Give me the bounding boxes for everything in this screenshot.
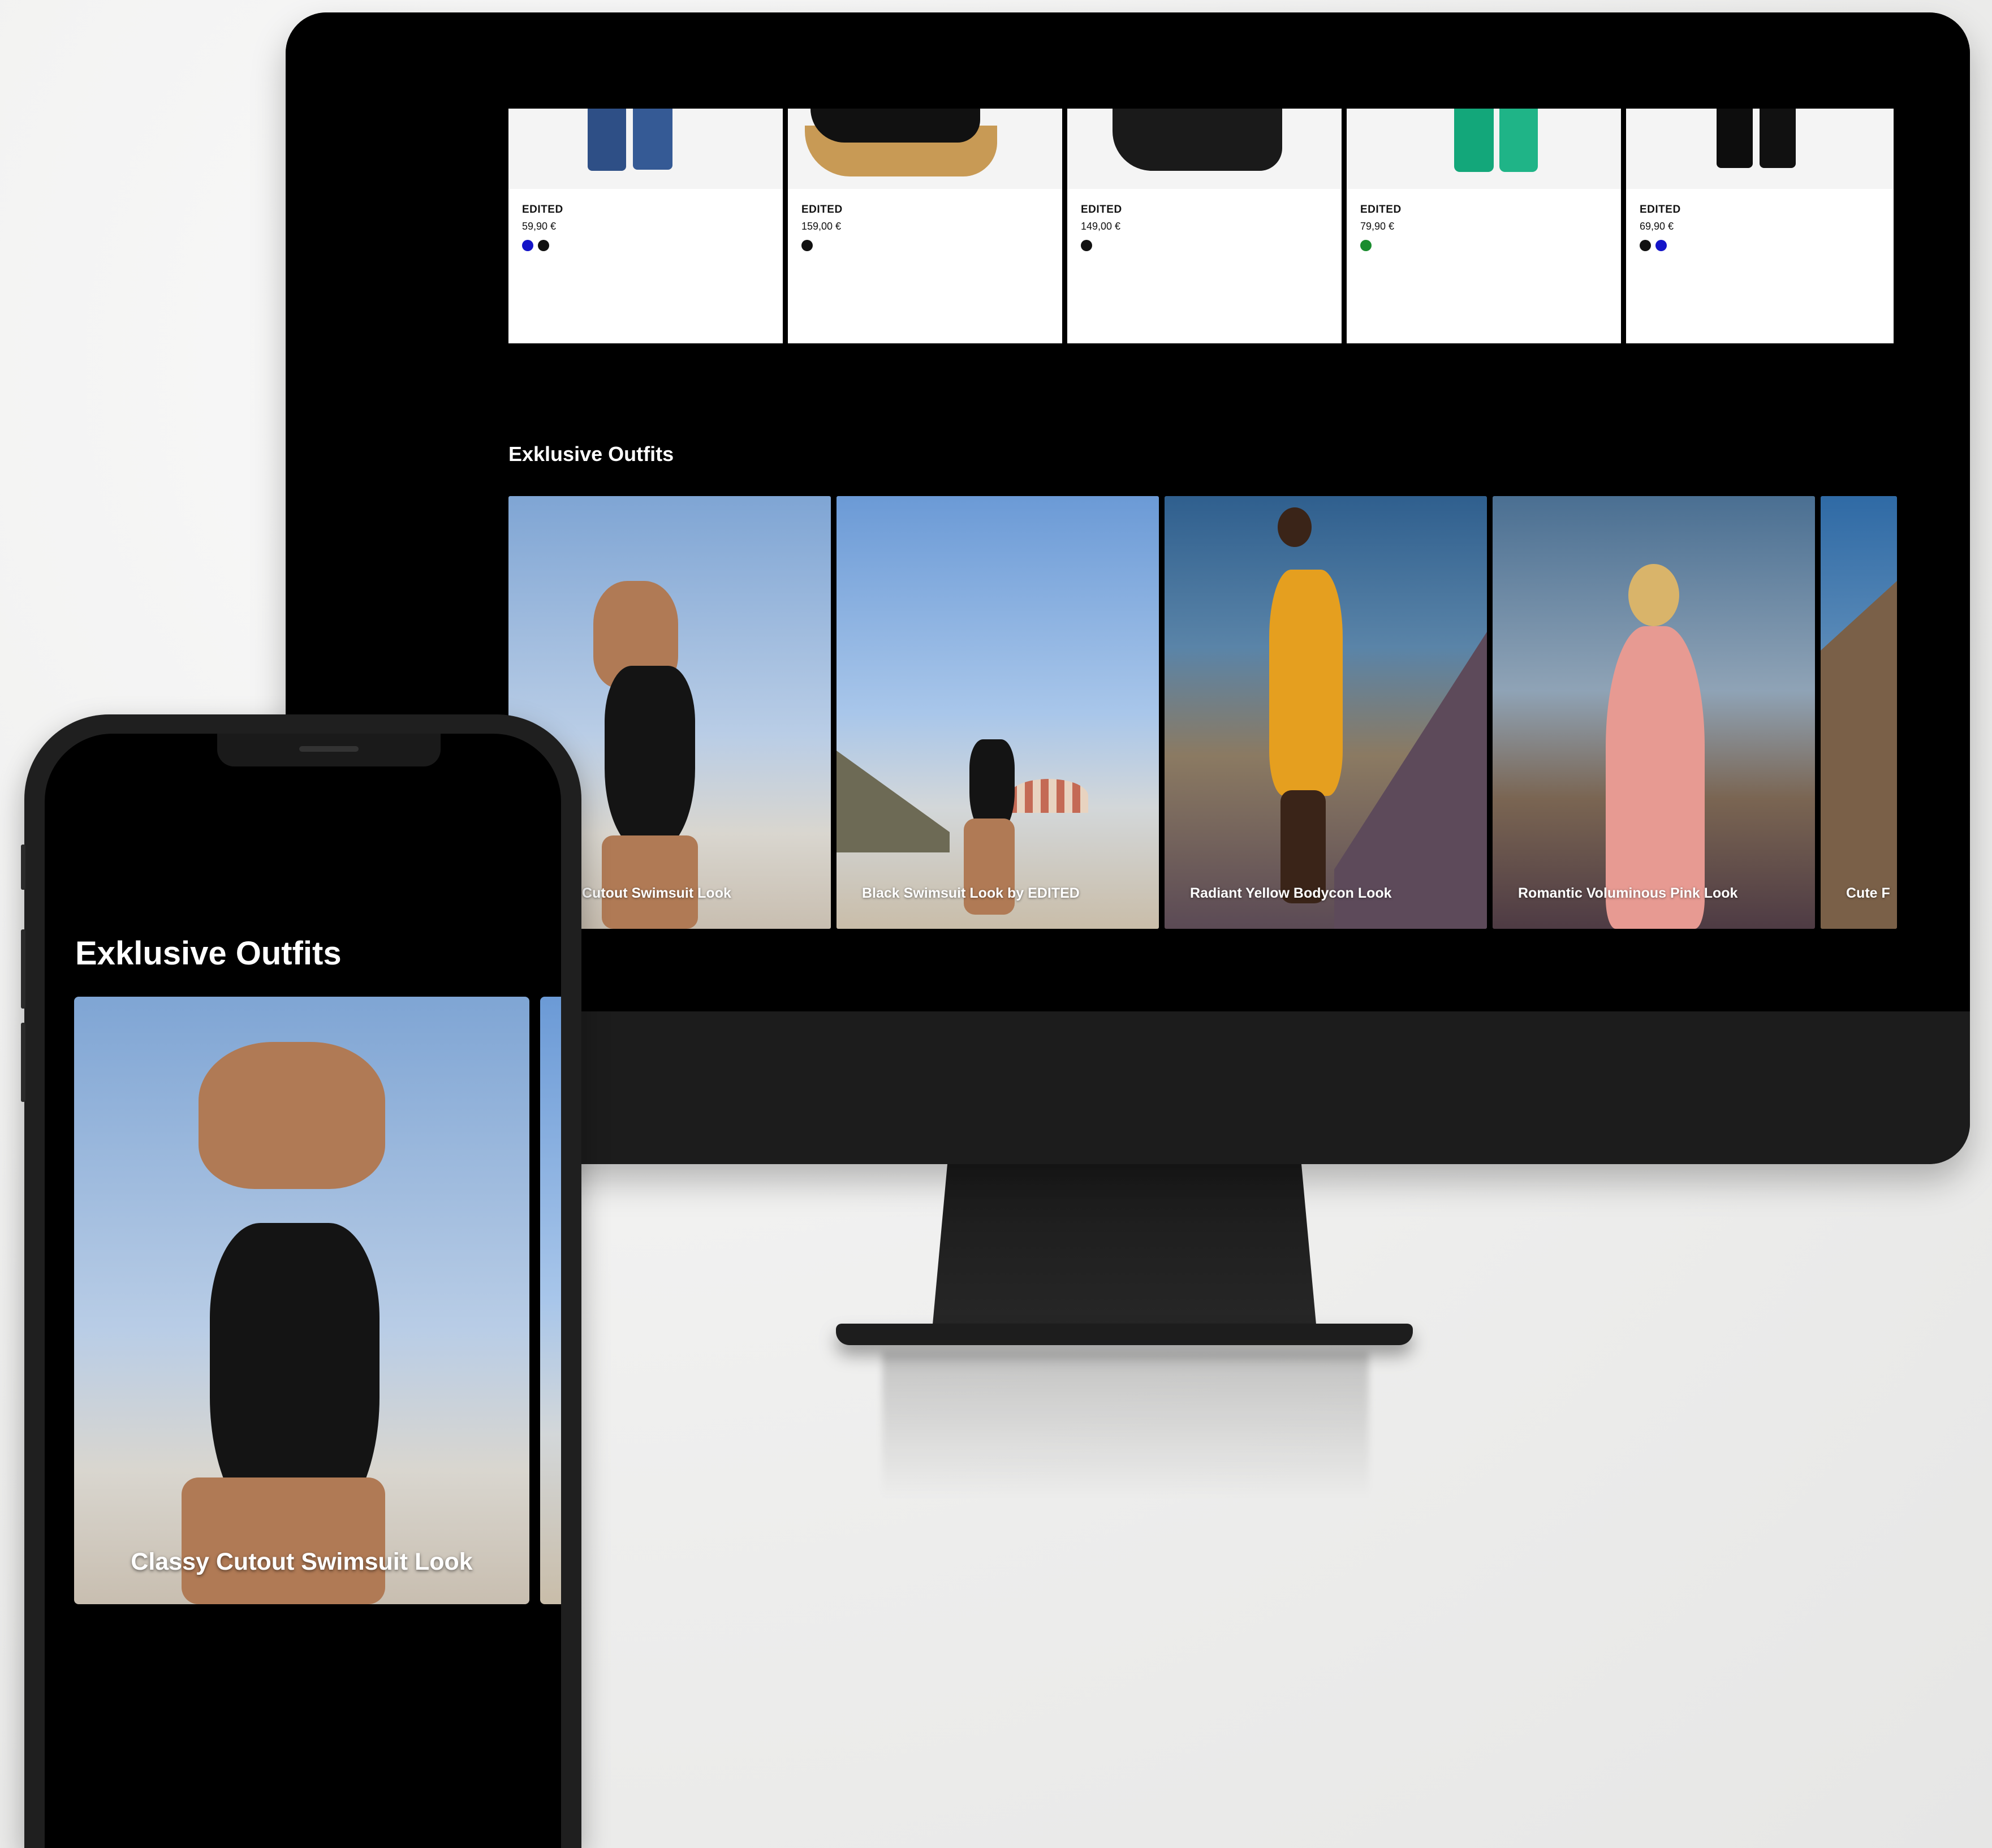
color-swatch[interactable] — [522, 240, 533, 251]
product-price: 159,00 € — [801, 221, 842, 232]
monitor-reflection — [882, 1352, 1369, 1499]
mobile-phone: Exklusive Outfits Classy Cutout Swimsuit… — [21, 714, 581, 1848]
outfit-card[interactable]: Radiant Yellow Bodycon Look — [1165, 496, 1487, 929]
color-swatches — [1640, 240, 1667, 251]
product-brand: EDITED — [1081, 204, 1122, 216]
product-image-pants[interactable] — [1626, 109, 1894, 189]
product-card[interactable]: EDITED 149,00 € — [1067, 109, 1342, 343]
color-swatch[interactable] — [1640, 240, 1651, 251]
color-swatches — [801, 240, 813, 251]
product-price: 149,00 € — [1081, 221, 1121, 232]
outfit-label: Radiant Yellow Bodycon Look — [1190, 885, 1392, 901]
outfit-label: Romantic Voluminous Pink Look — [1518, 885, 1738, 901]
phone-side-button — [21, 845, 25, 890]
outfit-label: Black Swimsuit Look by EDITED — [862, 885, 1080, 901]
product-card[interactable]: EDITED 59,90 € — [508, 109, 783, 343]
product-image-boot[interactable] — [1067, 109, 1342, 189]
product-card[interactable]: EDITED 79,90 € — [1347, 109, 1621, 343]
monitor-stand-foot — [836, 1324, 1413, 1345]
outfit-card[interactable]: Romantic Voluminous Pink Look — [1493, 496, 1815, 929]
phone-speaker — [299, 746, 359, 752]
outfit-card[interactable]: Classy Cutout Swimsuit Look — [74, 997, 529, 1604]
outfit-carousel: Cutout Swimsuit Look Black Swimsuit Look… — [508, 496, 1897, 929]
color-swatches — [1081, 240, 1092, 251]
product-price: 59,90 € — [522, 221, 557, 232]
product-image-boot[interactable] — [788, 109, 1062, 189]
color-swatch[interactable] — [538, 240, 549, 251]
color-swatch[interactable] — [801, 240, 813, 251]
product-brand: EDITED — [522, 204, 563, 216]
color-swatch[interactable] — [1655, 240, 1667, 251]
color-swatch[interactable] — [1360, 240, 1372, 251]
product-card[interactable]: EDITED 69,90 € — [1626, 109, 1894, 343]
outfit-card[interactable]: Black Swimsuit Look by EDITED — [837, 496, 1159, 929]
product-brand: EDITED — [801, 204, 843, 216]
phone-notch — [217, 734, 441, 766]
outfit-card-next[interactable] — [540, 997, 561, 1604]
outfit-label: Classy Cutout Swimsuit Look — [131, 1548, 473, 1575]
color-swatch[interactable] — [1081, 240, 1092, 251]
outfit-label: Cutout Swimsuit Look — [582, 885, 731, 901]
mobile-screen: Exklusive Outfits Classy Cutout Swimsuit… — [45, 734, 561, 1848]
product-price: 79,90 € — [1360, 221, 1395, 232]
product-image-jeans[interactable] — [508, 109, 783, 189]
product-brand: EDITED — [1640, 204, 1681, 216]
product-image-pants[interactable] — [1347, 109, 1621, 189]
color-swatches — [1360, 240, 1372, 251]
product-brand: EDITED — [1360, 204, 1402, 216]
monitor-stand-neck — [932, 1163, 1317, 1330]
color-swatches — [522, 240, 549, 251]
phone-side-button — [21, 929, 25, 1009]
outfit-label: Cute F — [1846, 885, 1890, 901]
product-price: 69,90 € — [1640, 221, 1674, 232]
product-card[interactable]: EDITED 159,00 € — [788, 109, 1062, 343]
outfit-card[interactable]: Cute F — [1821, 496, 1897, 929]
section-title: Exklusive Outfits — [508, 442, 674, 466]
section-title: Exklusive Outfits — [75, 935, 342, 972]
phone-side-button — [21, 1023, 25, 1102]
product-row: EDITED 59,90 € EDITED 159,00 € EDITED 14… — [508, 109, 1894, 343]
